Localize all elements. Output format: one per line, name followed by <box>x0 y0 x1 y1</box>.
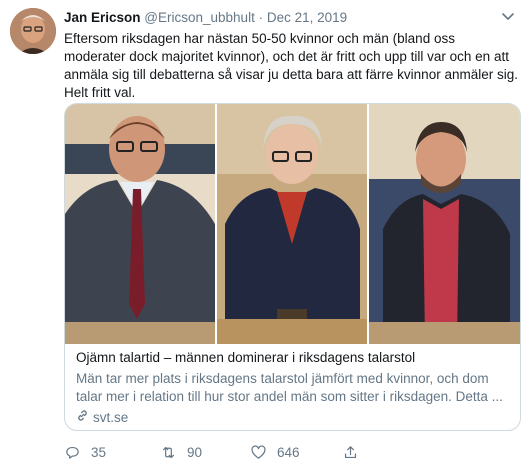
tweet-text: Eftersom riksdagen har nästan 50-50 kvin… <box>64 31 518 100</box>
heart-icon <box>251 445 266 459</box>
link-card[interactable]: Ojämn talartid – männen dominerar i riks… <box>64 103 521 431</box>
tweet[interactable]: Jan Ericson @Ericson_ubbhult · Dec 21, 2… <box>0 0 530 474</box>
tweet-date[interactable]: Dec 21, 2019 <box>267 10 347 25</box>
card-domain[interactable]: svt.se <box>93 410 128 425</box>
retweet-button[interactable]: 90 <box>160 444 202 461</box>
tweet-actions: 35 90 646 <box>64 444 524 466</box>
link-icon <box>76 409 89 425</box>
separator-dot: · <box>258 10 264 25</box>
author-name[interactable]: Jan Ericson <box>64 10 141 25</box>
reply-icon <box>66 446 79 459</box>
card-description: Män tar mer plats i riksdagens talarstol… <box>76 371 503 404</box>
like-button[interactable]: 646 <box>250 444 300 461</box>
share-icon <box>344 446 357 459</box>
tweet-header: Jan Ericson @Ericson_ubbhult · Dec 21, 2… <box>64 10 347 25</box>
retweet-count: 90 <box>187 445 203 460</box>
reply-button[interactable]: 35 <box>64 444 106 461</box>
like-count: 646 <box>277 445 300 460</box>
author-handle[interactable]: @Ericson_ubbhult <box>144 10 255 25</box>
card-title[interactable]: Ojämn talartid – männen dominerar i riks… <box>76 349 511 367</box>
retweet-icon <box>162 446 175 459</box>
chevron-down-icon[interactable] <box>500 8 516 24</box>
reply-count: 35 <box>91 445 107 460</box>
avatar[interactable] <box>10 8 56 54</box>
card-image[interactable] <box>65 104 520 344</box>
share-button[interactable] <box>342 444 359 461</box>
card-domain-row[interactable]: svt.se <box>76 409 511 425</box>
